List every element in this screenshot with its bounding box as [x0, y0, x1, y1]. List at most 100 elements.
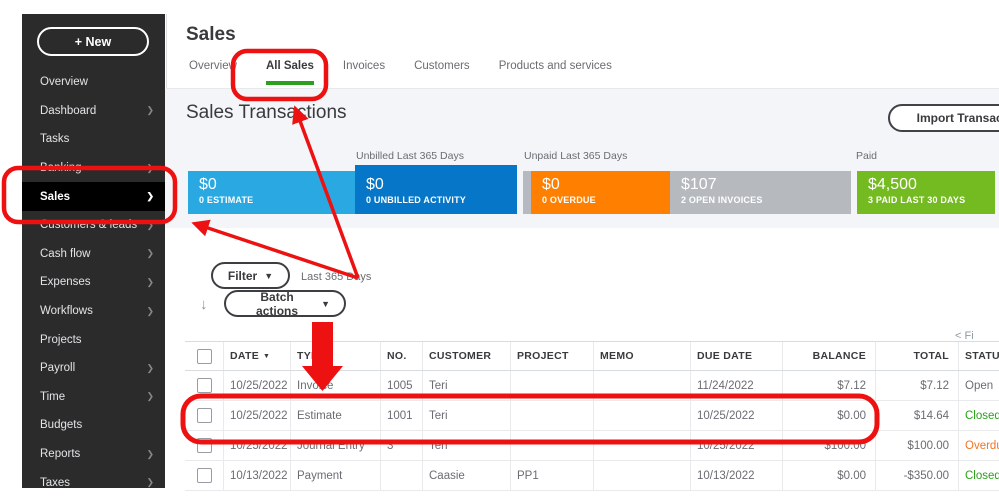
cell-date: 10/25/2022 [223, 401, 290, 430]
cell-type: Estimate [290, 401, 380, 430]
sidebar-item-time[interactable]: Time ❯ [22, 383, 165, 412]
content-left-divider [166, 14, 167, 88]
cell-project [510, 401, 593, 430]
sidebar-item-label: Projects [40, 333, 82, 346]
money-bar-paid-card[interactable]: $4,500 3 PAID LAST 30 DAYS [857, 171, 995, 214]
cell-memo [593, 431, 690, 460]
money-bar-overdue-card[interactable]: $0 0 OVERDUE [531, 171, 670, 214]
cell-no: 1005 [380, 371, 422, 400]
chevron-right-icon: ❯ [146, 248, 154, 259]
section-title: Sales Transactions [186, 102, 347, 123]
cell-balance: $100.00 [782, 431, 875, 460]
chevron-right-icon: ❯ [146, 477, 154, 488]
sidebar-item-cash-flow[interactable]: Cash flow ❯ [22, 240, 165, 269]
money-bar-deposit-sliver [523, 171, 531, 214]
column-header-type: TYPE [290, 342, 380, 370]
tab-overview[interactable]: Overview [189, 60, 237, 85]
money-bar-label-unbilled: Unbilled Last 365 Days [356, 150, 464, 162]
table-row[interactable]: 10/25/2022 Journal Entry 3 Teri 10/25/20… [185, 431, 999, 461]
sidebar-item-label: Workflows [40, 305, 93, 318]
money-bar-estimate-card[interactable]: $0 0 ESTIMATE [188, 171, 355, 214]
sidebar-item-overview[interactable]: Overview [22, 68, 165, 97]
sidebar-item-budgets[interactable]: Budgets [22, 411, 165, 440]
page-title: Sales [186, 24, 236, 45]
money-bar-label-unpaid: Unpaid Last 365 Days [524, 150, 628, 162]
chevron-right-icon: ❯ [146, 362, 154, 373]
sidebar-item-label: Banking [40, 162, 82, 175]
cell-memo [593, 461, 690, 490]
sales-tabs: Overview All Sales Invoices Customers Pr… [189, 60, 612, 85]
sidebar-item-payroll[interactable]: Payroll ❯ [22, 354, 165, 383]
sidebar-item-label: Sales [40, 190, 71, 203]
sidebar-item-label: Reports [40, 448, 81, 461]
cell-type: Journal Entry [290, 431, 380, 460]
row-checkbox[interactable] [196, 378, 212, 393]
cell-date: 10/25/2022 [223, 371, 290, 400]
tab-customers[interactable]: Customers [414, 60, 470, 85]
sidebar-item-sales[interactable]: Sales ❯ [22, 182, 165, 211]
chevron-right-icon: ❯ [146, 162, 154, 173]
sidebar-item-banking[interactable]: Banking ❯ [22, 154, 165, 183]
sidebar-item-workflows[interactable]: Workflows ❯ [22, 297, 165, 326]
column-header-date[interactable]: DATE ▼ [223, 342, 290, 370]
unbilled-amount: $0 [366, 176, 384, 193]
overdue-amount: $0 [542, 176, 560, 193]
row-checkbox[interactable] [196, 468, 212, 483]
table-row[interactable]: 10/25/2022 Estimate 1001 Teri 10/25/2022… [185, 401, 999, 431]
cell-no [380, 461, 422, 490]
chevron-right-icon: ❯ [146, 305, 154, 316]
table-row[interactable]: 10/13/2022 Payment Caasie PP1 10/13/2022… [185, 461, 999, 491]
sidebar-item-reports[interactable]: Reports ❯ [22, 440, 165, 469]
row-checkbox[interactable] [196, 408, 212, 423]
batch-actions-label: Batch actions [256, 289, 299, 318]
row-checkbox[interactable] [196, 438, 212, 453]
tab-products-and-services[interactable]: Products and services [499, 60, 612, 85]
batch-actions-button[interactable]: Batch actions ▼ [224, 289, 346, 318]
transactions-table: DATE ▼ TYPE NO. CUSTOMER PROJECT MEMO DUE… [185, 341, 999, 491]
sidebar-item-expenses[interactable]: Expenses ❯ [22, 268, 165, 297]
overdue-caption: 0 OVERDUE [542, 195, 596, 205]
chevron-right-icon: ❯ [146, 448, 154, 459]
sidebar-item-tasks[interactable]: Tasks [22, 125, 165, 154]
column-header-due-date: DUE DATE [690, 342, 782, 370]
sidebar-item-label: Customers & leads [40, 219, 138, 232]
cell-balance: $0.00 [782, 401, 875, 430]
cell-status: Overdue [958, 431, 999, 460]
sidebar-item-projects[interactable]: Projects [22, 325, 165, 354]
sidebar-item-label: Tasks [40, 133, 70, 146]
tab-all-sales[interactable]: All Sales [265, 60, 314, 85]
money-bar-label-paid: Paid [856, 150, 878, 162]
tab-invoices[interactable]: Invoices [343, 60, 385, 85]
sidebar-item-label: Expenses [40, 276, 91, 289]
chevron-right-icon: ❯ [146, 219, 154, 230]
unbilled-caption: 0 UNBILLED ACTIVITY [366, 195, 466, 205]
estimate-caption: 0 ESTIMATE [199, 195, 254, 205]
cell-balance: $7.12 [782, 371, 875, 400]
download-arrow-icon[interactable]: ↓ [200, 296, 208, 313]
cell-total: $100.00 [875, 431, 958, 460]
cell-project [510, 431, 593, 460]
cell-customer: Teri [422, 401, 510, 430]
sidebar-item-taxes[interactable]: Taxes ❯ [22, 468, 165, 497]
column-header-customer: CUSTOMER [422, 342, 510, 370]
chevron-right-icon: ❯ [146, 105, 154, 116]
column-header-project: PROJECT [510, 342, 593, 370]
table-header-row: DATE ▼ TYPE NO. CUSTOMER PROJECT MEMO DUE… [185, 341, 999, 371]
new-button[interactable]: + New [37, 27, 149, 56]
cell-memo [593, 401, 690, 430]
money-bar-open-invoices-card[interactable]: $107 2 OPEN INVOICES [670, 171, 851, 214]
cell-due-date: 10/25/2022 [690, 401, 782, 430]
cell-due-date: 10/13/2022 [690, 461, 782, 490]
table-row[interactable]: 10/25/2022 Invoice 1005 Teri 11/24/2022 … [185, 371, 999, 401]
sidebar-item-dashboard[interactable]: Dashboard ❯ [22, 97, 165, 126]
cell-total: -$350.00 [875, 461, 958, 490]
paid-caption: 3 PAID LAST 30 DAYS [868, 195, 966, 205]
filter-button[interactable]: Filter ▼ [211, 262, 290, 289]
sidebar-item-customers-leads[interactable]: Customers & leads ❯ [22, 211, 165, 240]
column-header-balance: BALANCE [782, 342, 875, 370]
cell-project: PP1 [510, 461, 593, 490]
money-bar-unbilled-card[interactable]: $0 0 UNBILLED ACTIVITY [355, 165, 517, 214]
open-invoices-amount: $107 [681, 176, 717, 193]
import-transactions-button[interactable]: Import Transactions [888, 104, 999, 132]
select-all-checkbox[interactable] [196, 348, 212, 364]
